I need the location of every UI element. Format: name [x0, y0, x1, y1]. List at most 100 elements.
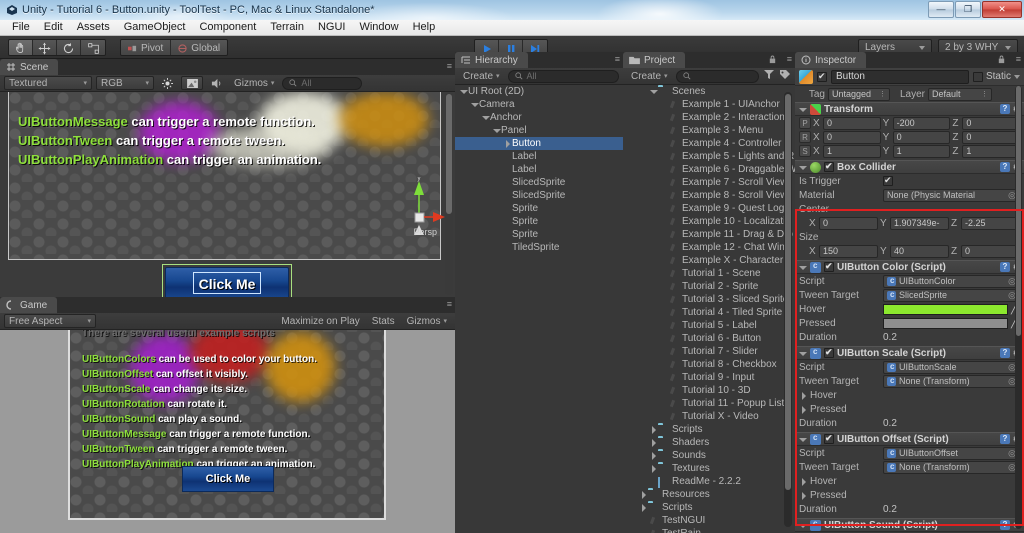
- component-header-transform[interactable]: Transform ? ⚙: [795, 102, 1024, 116]
- hierarchy-item-sprite[interactable]: Sprite: [455, 202, 623, 215]
- foldout-arrow-icon[interactable]: [798, 521, 807, 530]
- project-item-scenes[interactable]: Scenes: [623, 85, 795, 98]
- hierarchy-item-sprite[interactable]: Sprite: [455, 215, 623, 228]
- project-item-sounds[interactable]: Sounds: [623, 449, 795, 462]
- project-search-input[interactable]: [675, 69, 759, 83]
- project-lock-icon[interactable]: [768, 55, 777, 67]
- minimize-button[interactable]: —: [928, 1, 954, 18]
- game-click-me-button[interactable]: Click Me: [182, 466, 274, 492]
- foldout-arrow-icon[interactable]: [649, 451, 658, 460]
- inspector-lock-icon[interactable]: [997, 55, 1006, 67]
- static-checkbox[interactable]: [972, 71, 983, 82]
- game-gizmos-dropdown[interactable]: Gizmos ▾: [403, 314, 451, 328]
- object-field[interactable]: UIButtonOffset◎: [883, 446, 1020, 460]
- scene-render[interactable]: UIButtonMessage can trigger a remote fun…: [0, 92, 455, 297]
- hierarchy-item-label[interactable]: Label: [455, 163, 623, 176]
- hierarchy-item-slicedsprite[interactable]: SlicedSprite: [455, 189, 623, 202]
- tab-project[interactable]: Project: [623, 52, 686, 68]
- menu-item-terrain[interactable]: Terrain: [263, 20, 311, 35]
- project-item-tutorial-6-button[interactable]: Tutorial 6 - Button: [623, 332, 795, 345]
- project-item-readme-2-2-2[interactable]: ReadMe - 2.2.2: [623, 475, 795, 488]
- center-x-input[interactable]: 0: [819, 216, 878, 230]
- hierarchy-item-button[interactable]: Button: [455, 137, 623, 150]
- object-field[interactable]: UIButtonColor◎: [883, 274, 1020, 288]
- is-trigger-checkbox[interactable]: [883, 174, 893, 186]
- center-y-input[interactable]: 1.907349e-: [890, 216, 949, 230]
- position-x-input[interactable]: 0: [823, 116, 881, 130]
- foldout-arrow-icon[interactable]: [799, 405, 808, 414]
- foldout-arrow-icon[interactable]: [798, 105, 807, 114]
- project-item-resources[interactable]: Resources: [623, 488, 795, 501]
- tag-dropdown[interactable]: Untagged ⋮: [828, 87, 890, 101]
- static-toggle[interactable]: Static: [972, 71, 1020, 82]
- scene-options-icon[interactable]: ≡: [447, 62, 452, 71]
- foldout-arrow-icon[interactable]: [649, 464, 658, 473]
- rotation-y-input[interactable]: 0: [892, 130, 951, 144]
- game-viewport[interactable]: There are several useful example scripts…: [0, 330, 455, 533]
- project-item-example-2-interaction[interactable]: Example 2 - Interaction: [623, 111, 795, 124]
- box-collider-enabled-checkbox[interactable]: [824, 160, 834, 172]
- foldout-arrow-icon[interactable]: [639, 503, 648, 512]
- inspector-scrollbar[interactable]: [1015, 86, 1022, 529]
- position-y-input[interactable]: -200: [892, 116, 951, 130]
- center-z-input[interactable]: -2.25: [961, 216, 1020, 230]
- inspector-options-icon[interactable]: ≡: [1016, 55, 1021, 64]
- foldout-arrow-icon[interactable]: [649, 87, 658, 96]
- hierarchy-item-label[interactable]: Label: [455, 150, 623, 163]
- foldout-arrow-icon[interactable]: [649, 425, 658, 434]
- close-button[interactable]: ✕: [982, 1, 1022, 18]
- project-item-tutorial-2-sprite[interactable]: Tutorial 2 - Sprite: [623, 280, 795, 293]
- project-scrollbar[interactable]: [784, 92, 792, 527]
- project-tree[interactable]: Scenes Example 1 - UIAnchor Example 2 - In…: [623, 85, 795, 533]
- object-field[interactable]: None (Transform)◎: [883, 460, 1020, 474]
- project-filter-label-icon[interactable]: [779, 69, 791, 83]
- hierarchy-item-anchor[interactable]: Anchor: [455, 111, 623, 124]
- hierarchy-item-camera[interactable]: Camera: [455, 98, 623, 111]
- project-item-example-1-uianchor[interactable]: Example 1 - UIAnchor: [623, 98, 795, 111]
- project-item-example-9-quest-log[interactable]: Example 9 - Quest Log: [623, 202, 795, 215]
- scale-y-input[interactable]: 1: [892, 144, 951, 158]
- project-item-example-6-draggable-w[interactable]: Example 6 - Draggable W: [623, 163, 795, 176]
- help-icon[interactable]: ?: [999, 348, 1010, 358]
- help-icon[interactable]: ?: [999, 434, 1010, 444]
- color-swatch[interactable]: [883, 317, 1008, 329]
- hand-tool-button[interactable]: [9, 40, 33, 55]
- project-item-testrain[interactable]: TestRain: [623, 527, 795, 533]
- size-y-input[interactable]: 40: [890, 244, 949, 258]
- color-swatch[interactable]: [883, 303, 1008, 315]
- project-item-textures[interactable]: Textures: [623, 462, 795, 475]
- foldout-arrow-icon[interactable]: [459, 87, 468, 96]
- component-header-uibutton-sound-script-[interactable]: UIButton Sound (Script)?⚙: [795, 518, 1024, 532]
- rotate-tool-button[interactable]: [57, 40, 81, 55]
- menu-item-gameobject[interactable]: GameObject: [117, 20, 193, 35]
- foldout-arrow-icon[interactable]: [492, 126, 501, 135]
- foldout-arrow-icon[interactable]: [639, 490, 648, 499]
- object-field[interactable]: None (Transform)◎: [883, 374, 1020, 388]
- maximize-on-play-toggle[interactable]: Maximize on Play: [277, 314, 363, 328]
- stats-toggle[interactable]: Stats: [368, 314, 399, 328]
- foldout-arrow-icon[interactable]: [799, 391, 808, 400]
- scale-x-input[interactable]: 1: [823, 144, 881, 158]
- help-icon[interactable]: ?: [999, 262, 1010, 272]
- foldout-arrow-icon[interactable]: [798, 263, 807, 272]
- component-enabled-checkbox[interactable]: [824, 346, 834, 358]
- gameobject-name-input[interactable]: Button: [831, 69, 969, 84]
- foldout-arrow-icon[interactable]: [503, 139, 512, 148]
- component-enabled-checkbox[interactable]: [824, 260, 834, 272]
- hierarchy-create-dropdown[interactable]: Create ▾: [459, 69, 504, 83]
- project-item-example-8-scroll-view[interactable]: Example 8 - Scroll View: [623, 189, 795, 202]
- foldout-arrow-icon[interactable]: [798, 163, 807, 172]
- menu-item-component[interactable]: Component: [192, 20, 263, 35]
- project-item-tutorial-5-label[interactable]: Tutorial 5 - Label: [623, 319, 795, 332]
- skybox-toggle[interactable]: [181, 76, 203, 90]
- hierarchy-item-slicedsprite[interactable]: SlicedSprite: [455, 176, 623, 189]
- foldout-arrow-icon[interactable]: [798, 435, 807, 444]
- material-object-field[interactable]: None (Physic Material ◎: [883, 188, 1020, 202]
- foldout-arrow-icon[interactable]: [481, 113, 490, 122]
- project-item-tutorial-10-3d[interactable]: Tutorial 10 - 3D: [623, 384, 795, 397]
- hierarchy-item-panel[interactable]: Panel: [455, 124, 623, 137]
- draw-mode-dropdown[interactable]: Textured ▾: [4, 76, 92, 90]
- gizmos-dropdown[interactable]: Gizmos ▾: [230, 76, 278, 90]
- hierarchy-options-icon[interactable]: ≡: [615, 55, 620, 64]
- inspector-scroll-thumb[interactable]: [1016, 86, 1021, 336]
